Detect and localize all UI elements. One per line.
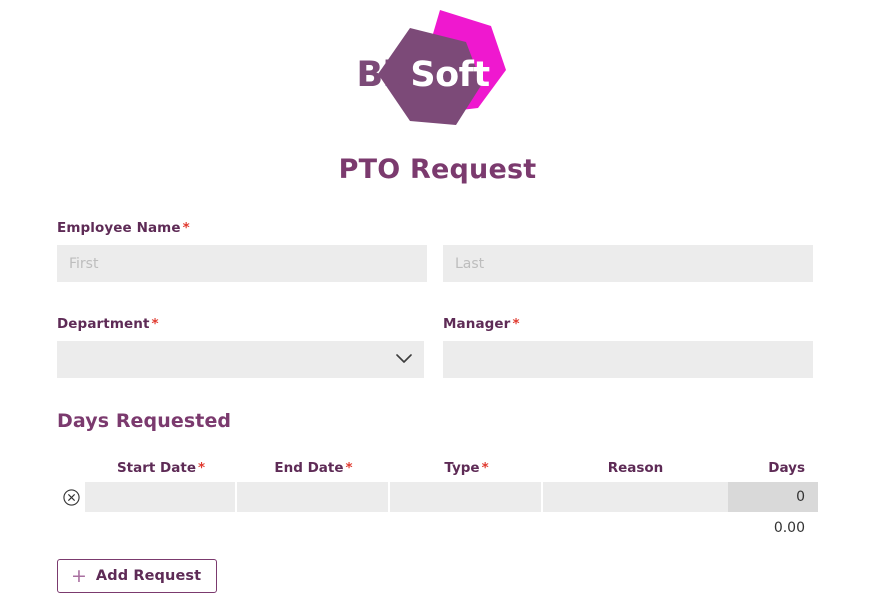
circle-x-icon[interactable] [62, 488, 80, 506]
grid-header-reason: Reason [543, 460, 728, 478]
department-select-wrap [57, 341, 424, 378]
logo-text-bit: Bit [356, 55, 411, 95]
required-asterisk: * [345, 460, 353, 476]
logo-wordmark: BitSoft [348, 52, 528, 98]
manager-input[interactable] [443, 341, 813, 378]
employee-name-label-text: Employee Name [57, 220, 181, 236]
page-title: PTO Request [338, 154, 537, 185]
required-asterisk: * [481, 460, 489, 476]
pto-form: Employee Name* Department* [57, 220, 818, 378]
grid-header-type-text: Type [444, 460, 480, 476]
delete-row-cell [57, 488, 85, 506]
plus-icon: + [71, 564, 87, 587]
days-cell: 0 [728, 482, 818, 512]
grid-header-days-text: Days [768, 460, 805, 476]
reason-cell[interactable] [543, 482, 728, 512]
manager-group: Manager * [443, 316, 813, 378]
employee-name-label: Employee Name * [57, 220, 427, 236]
department-group: Department * [57, 316, 427, 378]
total-spacer [57, 520, 728, 536]
grid-header-start-date: Start Date * [85, 460, 237, 478]
start-date-cell[interactable] [85, 482, 237, 512]
add-request-button[interactable]: + Add Request [57, 559, 218, 593]
logo-text-soft: Soft [410, 55, 490, 95]
required-asterisk: * [182, 220, 190, 236]
last-name-input[interactable] [443, 245, 813, 282]
required-asterisk: * [197, 460, 206, 476]
manager-label: Manager * [443, 316, 813, 332]
add-request-label: Add Request [95, 568, 202, 584]
required-asterisk: * [512, 316, 520, 332]
type-cell[interactable] [390, 482, 543, 512]
grid-header-reason-text: Reason [607, 460, 664, 476]
manager-label-text: Manager [443, 316, 511, 332]
grid-header-end-date-text: End Date [274, 460, 344, 476]
grid-header-row: Start Date * End Date * Type * Reason Days [57, 452, 818, 478]
department-label: Department * [57, 316, 427, 332]
department-manager-row: Department * Manager * [57, 316, 818, 378]
brand-logo: BitSoft [0, 8, 875, 128]
pto-request-page: BitSoft PTO Request Employee Name* Depar… [0, 0, 875, 595]
required-asterisk: * [151, 316, 159, 332]
employee-name-row: Employee Name * [57, 220, 818, 282]
grid-header-end-date: End Date * [237, 460, 390, 478]
department-label-text: Department [57, 316, 150, 332]
days-requested-grid: Start Date * End Date * Type * Reason Days … [57, 452, 818, 536]
grid-header-type: Type * [390, 460, 543, 478]
table-row: 0 [57, 482, 818, 512]
first-name-input[interactable] [57, 245, 427, 282]
grid-header-days: Days [728, 460, 818, 478]
days-total-value: 0.00 [773, 520, 805, 536]
department-select[interactable] [57, 341, 424, 378]
end-date-cell[interactable] [237, 482, 390, 512]
grid-header-start-date-text: Start Date [116, 460, 196, 476]
grid-header-delete [57, 476, 85, 478]
last-name-group [443, 220, 813, 282]
grid-total-row: 0.00 [57, 520, 818, 536]
days-requested-heading: Days Requested [57, 410, 232, 432]
first-name-group: Employee Name * [57, 220, 427, 282]
